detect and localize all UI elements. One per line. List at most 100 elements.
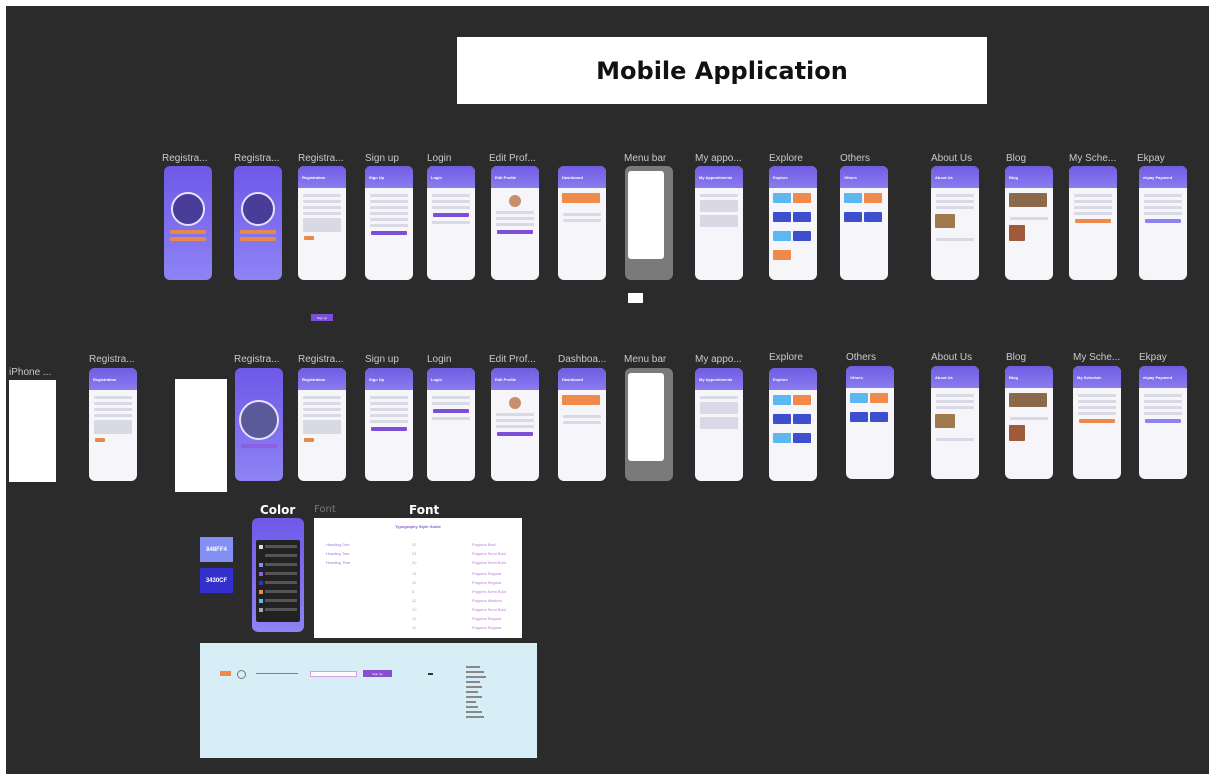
color-palette-frame[interactable]	[252, 518, 304, 632]
frame-label[interactable]: Blog	[1006, 153, 1026, 164]
screen-my-appointments-r2[interactable]: My Appointments	[695, 368, 743, 481]
frame-label[interactable]: Registra...	[234, 354, 280, 365]
frame-label[interactable]: Edit Prof...	[489, 354, 536, 365]
title-card: Mobile Application	[457, 37, 987, 104]
screen-about-us[interactable]: About Us	[931, 166, 979, 280]
screen-registration-r2-2[interactable]: Registration	[298, 368, 346, 481]
screen-registration-1[interactable]	[164, 166, 212, 280]
screen-about-us-r2[interactable]: About Us	[931, 366, 979, 479]
screen-my-schedule[interactable]	[1069, 166, 1117, 280]
typography-style-guide[interactable]: Typography Style Guide Heading One 32 Popp…	[314, 518, 522, 638]
screen-sign-up[interactable]: Sign Up	[365, 166, 413, 280]
screen-ekpay[interactable]: ekpay Payment	[1139, 166, 1187, 280]
frame-label[interactable]: Menu bar	[624, 153, 666, 164]
screen-login[interactable]: Login	[427, 166, 475, 280]
frame-label[interactable]: My appo...	[695, 354, 742, 365]
screen-title: Login	[431, 377, 442, 382]
screen-title: Sign Up	[369, 175, 385, 180]
screen-registration-3[interactable]: Registration	[298, 166, 346, 280]
frame-label[interactable]: Sign up	[365, 153, 399, 164]
screen-blog-r2[interactable]: Blog	[1005, 366, 1053, 479]
orange-button[interactable]	[220, 671, 231, 676]
frame-label[interactable]: Registra...	[234, 153, 280, 164]
screen-explore-r2[interactable]: Explore	[769, 368, 817, 481]
frame-label[interactable]: Registra...	[298, 354, 344, 365]
frame-label[interactable]: My Sche...	[1073, 352, 1120, 363]
typography-row: Heading One 32 Poppins Bold	[326, 542, 496, 547]
screen-title: Sign Up	[369, 377, 385, 382]
login-button[interactable]	[241, 444, 277, 448]
screen-title: Dashboard	[562, 377, 583, 382]
screen-title: Registration	[93, 377, 117, 382]
screen-title: Explore	[773, 175, 788, 180]
screen-login-r2-b[interactable]: Login	[427, 368, 475, 481]
screen-registration-r2-1[interactable]: Registration	[89, 368, 137, 481]
brand-emblem	[171, 192, 205, 226]
frame-label[interactable]: Registra...	[162, 153, 208, 164]
screen-title: Edit Profile	[495, 175, 517, 180]
menu-panel	[628, 373, 664, 461]
screen-title: ekpay Payment	[1143, 175, 1173, 180]
frame-label[interactable]: Explore	[769, 153, 803, 164]
design-canvas[interactable]: Mobile Application Registra... Registra.…	[6, 6, 1209, 774]
screen-menu-bar[interactable]	[625, 166, 673, 280]
registration-button[interactable]	[170, 230, 206, 234]
screen-title: My Appointments	[699, 377, 733, 382]
brand-emblem	[239, 400, 279, 440]
screen-explore[interactable]: Explore	[769, 166, 817, 280]
iphone-blank-frame[interactable]	[9, 380, 56, 482]
screen-registration-2[interactable]	[234, 166, 282, 280]
frame-label[interactable]: Edit Prof...	[489, 153, 536, 164]
secondary-button[interactable]	[170, 237, 206, 241]
frame-label[interactable]: Sign up	[365, 354, 399, 365]
frame-label[interactable]: My appo...	[695, 153, 742, 164]
screen-blog[interactable]: Blog	[1005, 166, 1053, 280]
typography-row: 14 Poppins Regular	[412, 571, 502, 576]
frame-label[interactable]: Blog	[1006, 352, 1026, 363]
progress-line	[256, 673, 298, 674]
frame-label[interactable]: Dashboa...	[558, 354, 606, 365]
brand-emblem	[241, 192, 275, 226]
screen-edit-profile[interactable]: Edit Profile	[491, 166, 539, 280]
blank-frame[interactable]	[175, 379, 227, 492]
screen-others[interactable]: Others	[840, 166, 888, 280]
color-heading: Color	[260, 503, 296, 517]
frame-label[interactable]: About Us	[931, 352, 972, 363]
sign-up-button[interactable]: Sign Up	[363, 670, 392, 677]
text-input[interactable]	[310, 671, 357, 677]
frame-label[interactable]: Ekpay	[1137, 153, 1165, 164]
screen-dashboard[interactable]: Dashboard	[558, 166, 606, 280]
frame-label[interactable]: Menu bar	[624, 354, 666, 365]
screen-my-appointments[interactable]: My Appointments	[695, 166, 743, 280]
screen-menu-bar-r2[interactable]	[625, 368, 673, 481]
small-white-rect	[628, 293, 643, 303]
frame-label[interactable]: Others	[846, 352, 876, 363]
sign-up-button[interactable]: Sign up	[311, 314, 333, 321]
frame-label[interactable]: Explore	[769, 352, 803, 363]
avatar	[509, 195, 521, 207]
typography-row: 10 Poppins Semi Bold	[412, 607, 506, 612]
screen-title: My Appointments	[699, 175, 733, 180]
screen-sign-up-r2[interactable]: Sign Up	[365, 368, 413, 481]
screen-title: Registration	[302, 175, 326, 180]
frame-label[interactable]: Login	[427, 153, 451, 164]
screen-login-r2[interactable]	[235, 368, 283, 481]
screen-my-schedule-r2[interactable]: My Schedule	[1073, 366, 1121, 479]
frame-label[interactable]: Login	[427, 354, 451, 365]
frame-label[interactable]: My Sche...	[1069, 153, 1116, 164]
frame-label[interactable]: Registra...	[298, 153, 344, 164]
screen-ekpay-r2[interactable]: ekpay Payment	[1139, 366, 1187, 479]
screen-title: Blog	[1009, 375, 1018, 380]
frame-label[interactable]: About Us	[931, 153, 972, 164]
registration-button[interactable]	[240, 230, 276, 234]
frame-label[interactable]: Others	[840, 153, 870, 164]
frame-label[interactable]: iPhone ...	[9, 367, 51, 378]
secondary-button[interactable]	[240, 237, 276, 241]
frame-label[interactable]: Registra...	[89, 354, 135, 365]
screen-others-r2[interactable]: Others	[846, 366, 894, 479]
components-board[interactable]: Sign Up	[200, 643, 537, 758]
frame-label[interactable]: Ekpay	[1139, 352, 1167, 363]
screen-edit-profile-r2[interactable]: Edit Profile	[491, 368, 539, 481]
screen-dashboard-r2[interactable]: Dashboard	[558, 368, 606, 481]
palette-list	[256, 540, 300, 622]
